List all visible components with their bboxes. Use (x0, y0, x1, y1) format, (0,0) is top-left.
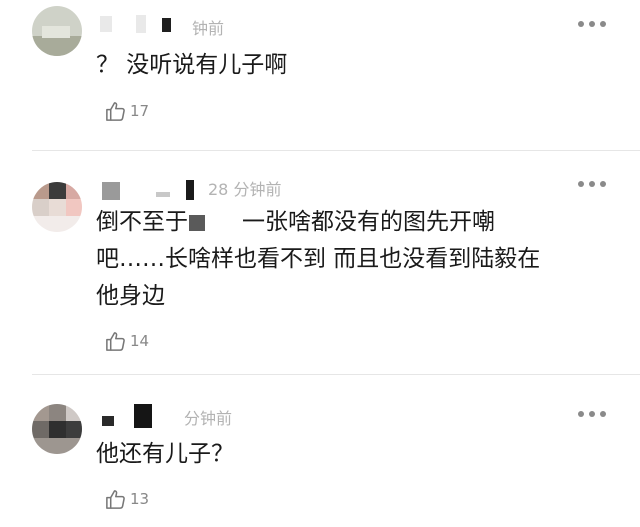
like-button[interactable]: 17 (104, 98, 149, 124)
like-count: 13 (130, 490, 150, 508)
like-button[interactable]: 14 (104, 328, 149, 354)
comment-item: 钟前 ？ 没听说有儿子啊 17 (0, 0, 640, 150)
thumbs-up-icon (106, 101, 125, 121)
more-options-icon[interactable] (578, 19, 606, 29)
username[interactable] (96, 14, 186, 34)
redaction-block (189, 214, 205, 231)
more-options-icon[interactable] (578, 179, 606, 189)
divider (32, 374, 640, 375)
avatar[interactable] (32, 182, 82, 232)
comment-item: 28 分钟前 倒不至于 一张啥都没有的图先开嘲 吧……长啥样也看不到 而且也没看到… (0, 160, 640, 374)
more-options-icon[interactable] (578, 409, 606, 419)
comment-time: 28 分钟前 (208, 180, 282, 199)
like-button[interactable]: 13 (104, 486, 149, 512)
like-count: 14 (130, 332, 150, 350)
thumbs-up-icon (106, 331, 125, 351)
comment-text: ？ 没听说有儿子啊 (96, 52, 288, 78)
like-count: 17 (130, 102, 150, 120)
comment-time: 分钟前 (184, 409, 233, 428)
comment-text: 倒不至于 一张啥都没有的图先开嘲 吧……长啥样也看不到 而且也没看到陆毅在 他身边 (96, 209, 541, 309)
username[interactable] (96, 404, 186, 428)
comment-item: 分钟前 他还有儿子？ 13 (0, 382, 640, 527)
comment-time: 钟前 (192, 19, 225, 38)
avatar[interactable] (32, 404, 82, 454)
divider (32, 150, 640, 151)
comment-text: 他还有儿子？ (96, 441, 234, 467)
avatar[interactable] (32, 6, 82, 56)
thumbs-up-icon (106, 489, 125, 509)
username[interactable] (96, 180, 206, 202)
